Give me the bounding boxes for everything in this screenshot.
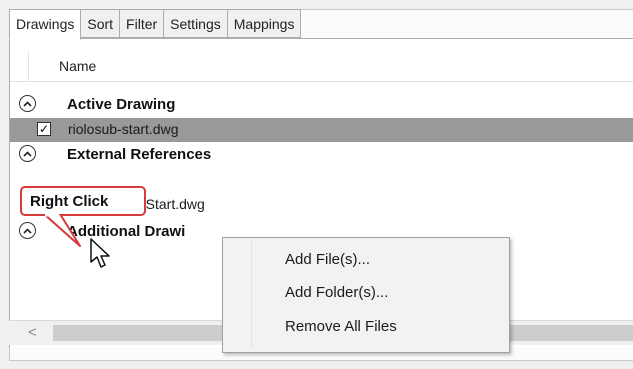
name-column-header[interactable]: Name — [59, 58, 96, 74]
file-checkbox[interactable]: ✓ — [37, 122, 51, 136]
group-external-references: External References — [10, 142, 633, 168]
collapse-button[interactable] — [19, 95, 36, 112]
header-divider — [28, 51, 29, 81]
group-title: Additional Drawi — [67, 223, 186, 240]
file-name: -Start.dwg — [141, 196, 205, 212]
right-click-callout: Right Click — [20, 186, 146, 216]
scroll-left-arrow[interactable]: < — [28, 324, 37, 341]
menu-item-remove-all-files[interactable]: Remove All Files — [223, 312, 509, 342]
menu-item-add-files[interactable]: Add File(s)... — [223, 245, 509, 275]
mouse-cursor-icon — [90, 238, 110, 268]
tab-sort[interactable]: Sort — [81, 9, 121, 38]
tab-strip: Drawings Sort Filter Settings Mappings — [9, 9, 302, 40]
tab-settings[interactable]: Settings — [164, 9, 228, 38]
tab-filter[interactable]: Filter — [120, 9, 165, 38]
column-header: Name — [10, 51, 633, 82]
callout-pointer — [44, 214, 81, 247]
chevron-up-icon — [23, 227, 32, 234]
collapse-button[interactable] — [19, 145, 36, 162]
context-menu: Add File(s)... Add Folder(s)... Remove A… — [222, 237, 510, 353]
chevron-up-icon — [23, 150, 32, 157]
group-title: External References — [67, 146, 212, 163]
group-title: Active Drawing — [67, 96, 176, 113]
menu-item-add-folders[interactable]: Add Folder(s)... — [223, 278, 509, 308]
tab-mappings[interactable]: Mappings — [227, 9, 302, 38]
file-row-active[interactable]: ✓ riolosub-start.dwg — [10, 118, 633, 142]
chevron-up-icon — [23, 100, 32, 107]
group-active-drawing: Active Drawing — [10, 92, 633, 118]
tab-drawings[interactable]: Drawings — [9, 9, 82, 40]
collapse-button[interactable] — [19, 222, 36, 239]
file-name: riolosub-start.dwg — [68, 121, 179, 137]
callout-label: Right Click — [30, 193, 109, 210]
